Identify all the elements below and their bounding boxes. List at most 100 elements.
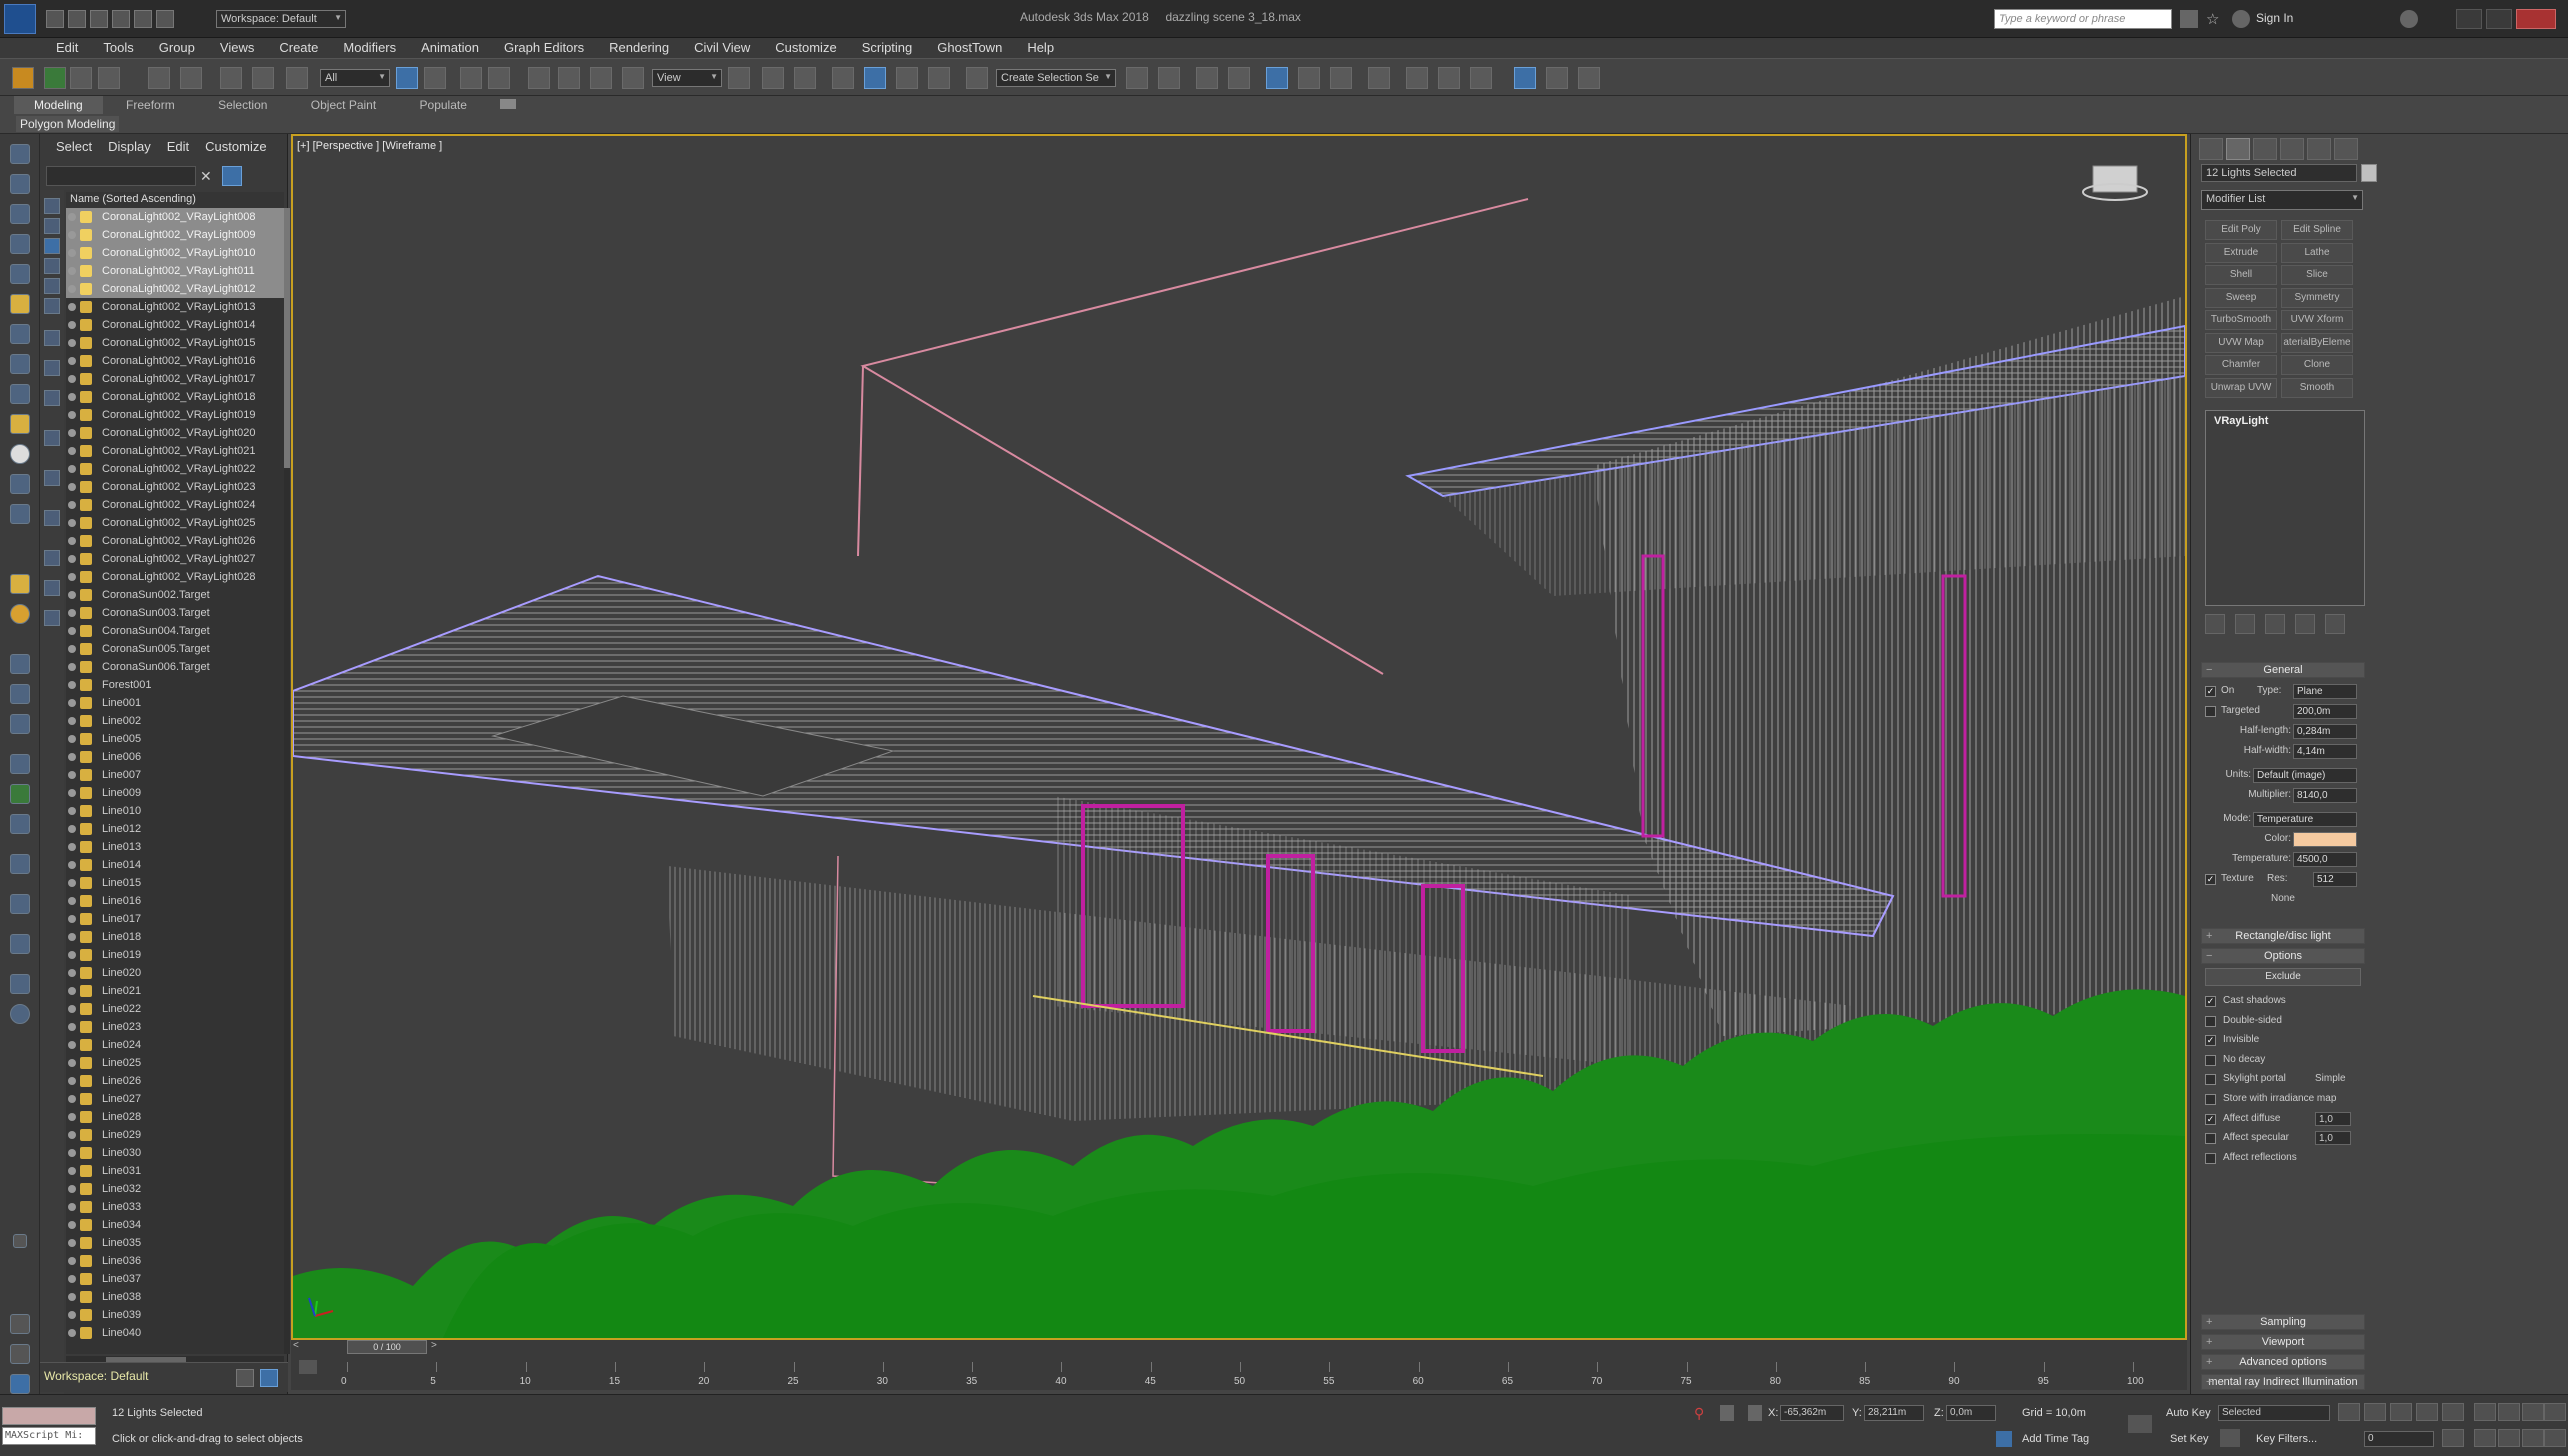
list-item[interactable]: Line018 xyxy=(66,928,284,946)
visibility-icon[interactable] xyxy=(68,735,76,743)
angle-snap-icon[interactable] xyxy=(864,67,886,89)
filter-frozen-icon[interactable] xyxy=(44,470,60,486)
tab-populate[interactable]: Populate xyxy=(400,96,487,114)
visibility-icon[interactable] xyxy=(68,1131,76,1139)
open-file-icon[interactable] xyxy=(68,10,86,28)
toggle-ribbon-icon[interactable] xyxy=(1266,67,1288,89)
affect-diffuse-spinner[interactable]: 1,0 xyxy=(2315,1111,2351,1126)
visibility-icon[interactable] xyxy=(68,1167,76,1175)
rendered-frame-window-icon[interactable] xyxy=(1438,67,1460,89)
filter-xrefs-icon[interactable] xyxy=(44,360,60,376)
explorer-column-header[interactable]: Name (Sorted Ascending) xyxy=(66,192,284,208)
previous-frame-icon[interactable] xyxy=(2364,1403,2386,1421)
spinner-snap-icon[interactable] xyxy=(928,67,950,89)
list-item[interactable]: CoronaSun005.Target xyxy=(66,640,284,658)
visibility-icon[interactable] xyxy=(68,501,76,509)
visibility-icon[interactable] xyxy=(68,1329,76,1337)
list-item[interactable]: Line025 xyxy=(66,1054,284,1072)
visibility-icon[interactable] xyxy=(68,681,76,689)
render-setup-icon[interactable] xyxy=(1406,67,1428,89)
modifier-button[interactable]: Edit Spline xyxy=(2281,220,2353,240)
selection-filter-dropdown[interactable]: All xyxy=(320,69,390,87)
on-checkbox[interactable]: ✓ xyxy=(2205,686,2216,697)
key-filters-button[interactable]: Key Filters... xyxy=(2256,1433,2317,1445)
shapes-icon[interactable] xyxy=(10,354,30,374)
list-item[interactable]: CoronaLight002_VRayLight010 xyxy=(66,244,284,262)
filter-helpers-icon[interactable] xyxy=(44,278,60,294)
modifier-button[interactable]: Slice xyxy=(2281,265,2353,285)
filter-bones-icon[interactable] xyxy=(44,390,60,406)
visibility-icon[interactable] xyxy=(68,231,76,239)
rc-icon[interactable] xyxy=(1514,67,1536,89)
time-config-icon[interactable] xyxy=(2442,1429,2464,1447)
binoculars-icon[interactable] xyxy=(2180,10,2198,28)
visibility-icon[interactable] xyxy=(68,609,76,617)
type-dropdown[interactable]: Plane xyxy=(2293,684,2357,699)
globe-icon[interactable] xyxy=(10,604,30,624)
explorer-search-input[interactable] xyxy=(46,166,196,186)
modify-tab-icon[interactable] xyxy=(2226,138,2250,160)
hierarchy-icon[interactable] xyxy=(260,1369,278,1387)
render-icon[interactable] xyxy=(10,894,30,914)
modifier-button[interactable]: UVW Map xyxy=(2205,332,2277,353)
filter-cameras-icon[interactable] xyxy=(44,258,60,274)
select-object-icon[interactable] xyxy=(396,67,418,89)
schematic-view-icon[interactable] xyxy=(1330,67,1352,89)
cone-icon[interactable] xyxy=(10,504,30,524)
ribbon-options-icon[interactable] xyxy=(500,99,517,109)
visibility-icon[interactable] xyxy=(68,573,76,581)
visibility-icon[interactable] xyxy=(68,933,76,941)
create-tab-icon[interactable] xyxy=(2199,138,2223,160)
viewcube-icon[interactable] xyxy=(2092,165,2138,193)
explorer-menu-display[interactable]: Display xyxy=(108,138,151,156)
list-item[interactable]: Line022 xyxy=(66,1000,284,1018)
sphere-icon[interactable] xyxy=(10,444,30,464)
res-spinner[interactable]: 512 xyxy=(2313,872,2357,887)
list-item[interactable]: Line032 xyxy=(66,1180,284,1198)
list-item[interactable]: Line007 xyxy=(66,766,284,784)
list-item[interactable]: Line020 xyxy=(66,964,284,982)
modifier-button[interactable]: UVW Xform xyxy=(2281,310,2353,330)
tools-icon[interactable] xyxy=(1546,67,1568,89)
explorer-scrollbar-thumb[interactable] xyxy=(284,208,290,468)
temperature-spinner[interactable]: 4500,0 xyxy=(2293,852,2357,867)
modifier-button[interactable]: aterialByEleme xyxy=(2281,332,2353,353)
time-slider-thumb[interactable]: 0 / 100 xyxy=(347,1340,427,1354)
clear-search-icon[interactable]: ✕ xyxy=(200,168,212,185)
hierarchy-tab-icon[interactable] xyxy=(2253,138,2277,160)
select-place-icon[interactable] xyxy=(622,67,644,89)
filter-invert-icon[interactable] xyxy=(44,610,60,626)
filter-warps-icon[interactable] xyxy=(44,298,60,314)
current-frame-field[interactable]: 0 xyxy=(2364,1431,2434,1447)
list-item[interactable]: Line024 xyxy=(66,1036,284,1054)
option-checkbox[interactable] xyxy=(2205,1152,2216,1164)
modifier-button[interactable]: Unwrap UVW xyxy=(2205,377,2277,398)
visibility-icon[interactable] xyxy=(68,825,76,833)
table-icon[interactable] xyxy=(1578,67,1600,89)
selection-name-field[interactable]: 12 Lights Selected xyxy=(2201,164,2357,182)
visibility-icon[interactable] xyxy=(68,843,76,851)
search-input[interactable]: Type a keyword or phrase xyxy=(1994,9,2172,29)
list-item[interactable]: Line029 xyxy=(66,1126,284,1144)
plant-icon[interactable] xyxy=(44,67,66,89)
half-length-spinner[interactable]: 0,284m xyxy=(2293,724,2357,739)
go-to-start-icon[interactable] xyxy=(2338,1403,2360,1421)
sun-icon[interactable] xyxy=(10,574,30,594)
visibility-icon[interactable] xyxy=(68,339,76,347)
modifier-button[interactable]: Extrude xyxy=(2205,242,2277,263)
visibility-icon[interactable] xyxy=(68,1095,76,1103)
project-folder-icon[interactable] xyxy=(156,10,174,28)
pivot-center-icon[interactable] xyxy=(728,67,750,89)
list-item[interactable]: Line031 xyxy=(66,1162,284,1180)
undo-icon[interactable] xyxy=(148,67,170,89)
simple-label[interactable]: Simple xyxy=(2315,1073,2346,1084)
rect-selection-icon[interactable] xyxy=(460,67,482,89)
option-checkbox[interactable] xyxy=(2205,1015,2216,1027)
list-item[interactable]: Line033 xyxy=(66,1198,284,1216)
list-item[interactable]: Line014 xyxy=(66,856,284,874)
option-checkbox[interactable]: ✓ xyxy=(2205,1113,2216,1125)
viewport-label[interactable]: [+] [Perspective ] [Wireframe ] xyxy=(297,140,442,152)
list-item[interactable]: CoronaLight002_VRayLight012 xyxy=(66,280,284,298)
material-editor-icon[interactable] xyxy=(1368,67,1390,89)
zoom-icon[interactable] xyxy=(2474,1403,2496,1421)
